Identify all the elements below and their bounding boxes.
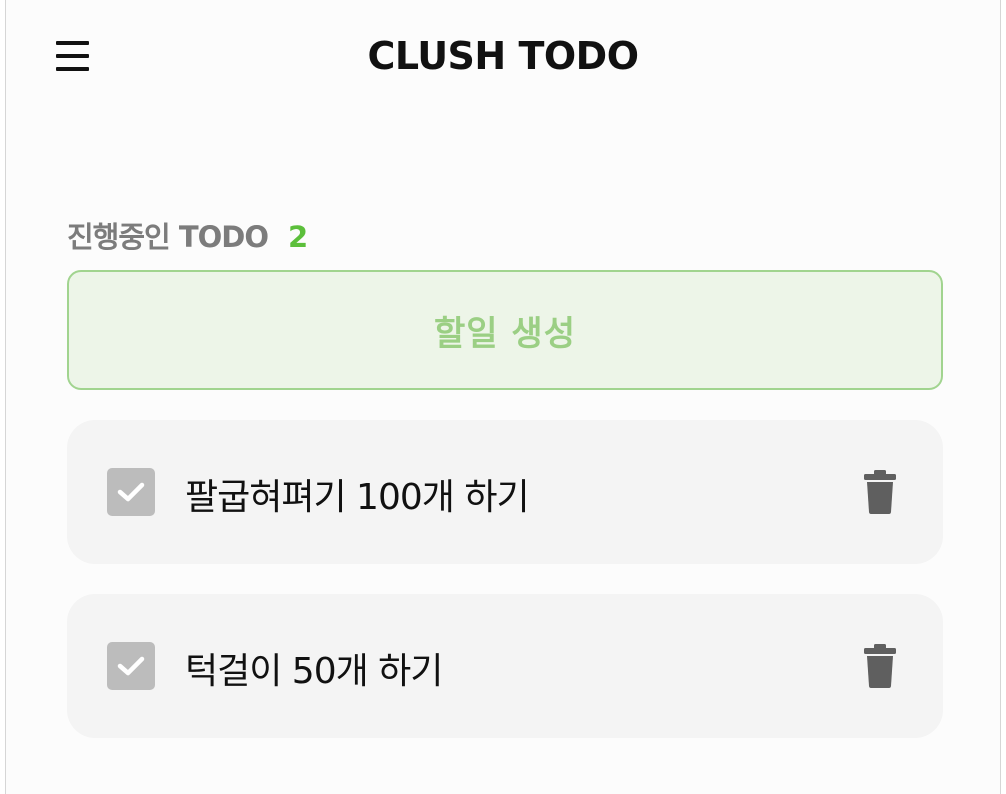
- trash-icon[interactable]: [863, 643, 897, 689]
- trash-icon[interactable]: [863, 469, 897, 515]
- create-todo-button[interactable]: 할일 생성: [67, 270, 943, 390]
- app-title: CLUSH TODO: [367, 34, 639, 78]
- section-header: 진행중인 TODO 2: [67, 214, 308, 256]
- create-todo-label: 할일 생성: [434, 313, 576, 354]
- todo-checkbox[interactable]: [107, 468, 155, 516]
- todo-list: 팔굽혀펴기 100개 하기 턱걸이 50개 하기: [67, 420, 943, 768]
- todo-checkbox[interactable]: [107, 642, 155, 690]
- todo-text: 턱걸이 50개 하기: [185, 651, 443, 692]
- section-label: 진행중인 TODO: [67, 220, 269, 254]
- todo-item: 턱걸이 50개 하기: [67, 594, 943, 738]
- checkmark-icon: [117, 482, 145, 502]
- todo-app: CLUSH TODO 진행중인 TODO 2 할일 생성 팔굽혀펴기 100개 …: [5, 0, 1001, 794]
- todo-item: 팔굽혀펴기 100개 하기: [67, 420, 943, 564]
- todo-text: 팔굽혀펴기 100개 하기: [185, 477, 530, 518]
- todo-count-badge: 2: [287, 220, 309, 254]
- checkmark-icon: [117, 656, 145, 676]
